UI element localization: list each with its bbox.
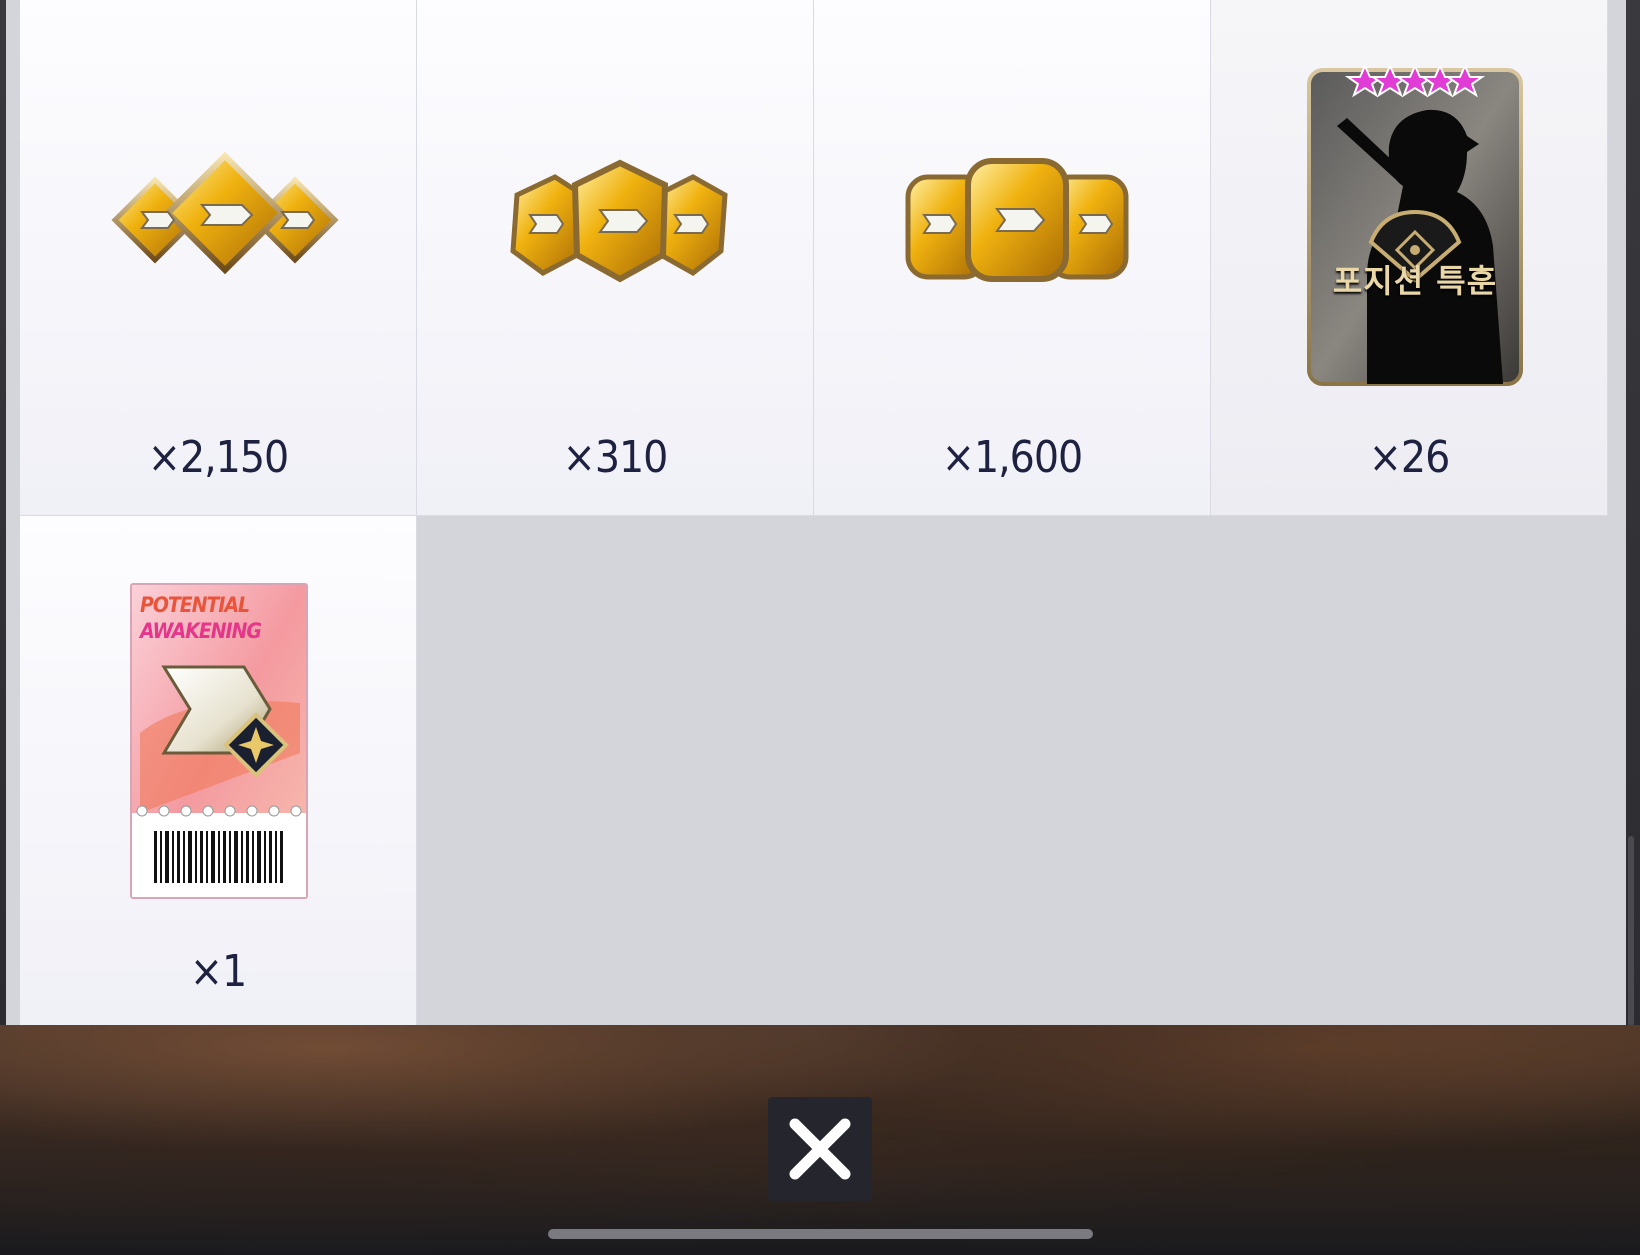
- close-icon: [789, 1118, 851, 1180]
- ticket-title-line1: POTENTIAL: [140, 593, 250, 617]
- reward-quantity: ×26: [1368, 432, 1451, 483]
- reward-quantity: ×1,600: [941, 432, 1083, 483]
- home-indicator[interactable]: [548, 1229, 1093, 1239]
- potential-awakening-ticket-icon: POTENTIAL AWAKENING: [130, 583, 308, 899]
- gold-hex-tickets-icon: [505, 155, 735, 290]
- gold-rounded-tickets-icon: [902, 155, 1132, 290]
- reward-item[interactable]: ×310: [417, 0, 814, 516]
- position-training-card-icon: 포지션 특훈: [1307, 66, 1523, 388]
- reward-item[interactable]: ×1,600: [814, 0, 1211, 516]
- reward-grid: ×2,150 ×310 ×1,600 포지션 특훈 ×26 POTENTIAL …: [6, 0, 1626, 1025]
- reward-quantity: ×310: [562, 432, 669, 483]
- card-label: 포지션 특훈: [1332, 262, 1498, 300]
- reward-item[interactable]: ×2,150: [20, 0, 417, 516]
- reward-quantity: ×1: [189, 946, 247, 997]
- scrollbar[interactable]: [1628, 836, 1634, 1026]
- reward-item[interactable]: 포지션 특훈 ×26: [1211, 0, 1608, 516]
- close-button[interactable]: [768, 1097, 872, 1201]
- reward-quantity: ×2,150: [147, 432, 289, 483]
- ticket-title-line2: AWAKENING: [140, 619, 262, 643]
- reward-item[interactable]: POTENTIAL AWAKENING ×1: [20, 516, 417, 1025]
- gold-diamond-tickets-icon: [110, 150, 340, 295]
